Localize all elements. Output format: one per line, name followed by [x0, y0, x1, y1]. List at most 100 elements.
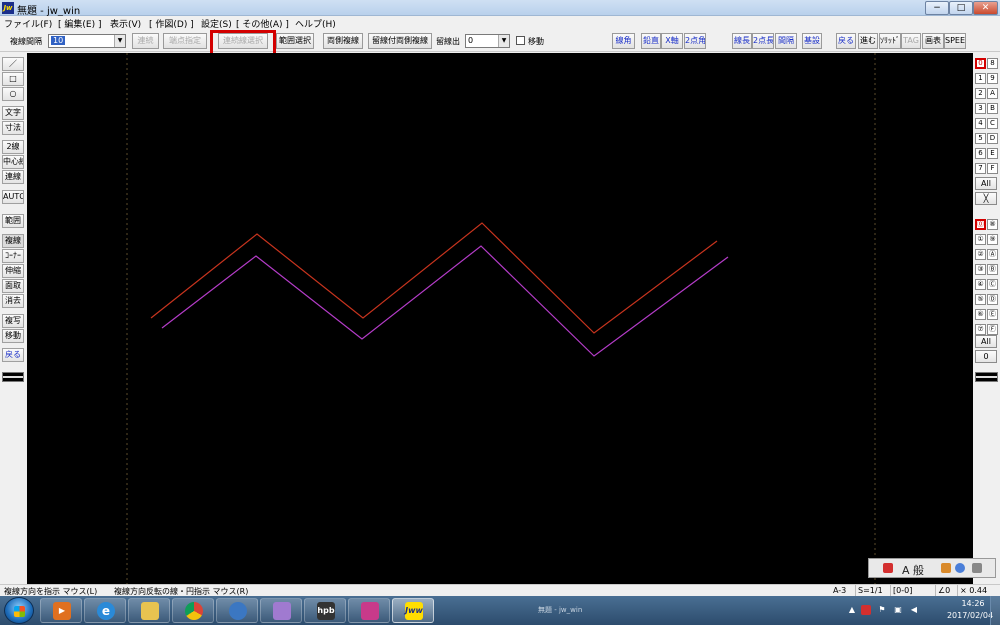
layer-10[interactable]: Ⓐ [987, 249, 998, 260]
layer-group-8[interactable]: 8 [987, 58, 998, 69]
tray-expand-icon[interactable]: ▲ [847, 605, 857, 615]
redo-button[interactable]: 進む [858, 33, 878, 49]
minimize-button[interactable]: − [925, 1, 949, 15]
layer-group-B[interactable]: B [987, 103, 998, 114]
layer-group-5[interactable]: 5 [975, 133, 986, 144]
copy-tool-button[interactable]: 複写 [2, 314, 24, 328]
layer-zero-button[interactable]: 0 [975, 350, 997, 363]
menu-other[interactable]: [ その他(A) ] [236, 17, 289, 30]
x-axis-button[interactable]: X軸 [661, 33, 683, 49]
line-type-indicator[interactable] [2, 372, 24, 382]
taskbar-media-player[interactable]: ▶ [40, 598, 82, 623]
solid-button[interactable]: ｿﾘｯﾄﾞ [879, 33, 901, 49]
taskbar-thunderbird[interactable] [216, 598, 258, 623]
drawing-canvas[interactable] [27, 53, 973, 584]
layer-1[interactable]: ① [975, 234, 986, 245]
angle-display[interactable]: ∠0 [935, 585, 950, 596]
two-point-length-button[interactable]: 2点長 [752, 33, 774, 49]
base-setting-button[interactable]: 基設 [802, 33, 822, 49]
menu-settings[interactable]: 設定(S) [201, 17, 232, 30]
chevron-down-icon[interactable]: ▼ [114, 35, 125, 47]
layer-14[interactable]: Ⓔ [987, 309, 998, 320]
speed-button[interactable]: SPEED [944, 33, 966, 49]
layer-group-C[interactable]: C [987, 118, 998, 129]
continuous-line-tool-button[interactable]: 連線 [2, 170, 24, 184]
layer-5[interactable]: ⑤ [975, 294, 986, 305]
layer-8[interactable]: ⑧ [987, 219, 998, 230]
layer-display[interactable]: [0-0] [890, 585, 912, 596]
layer-group-7[interactable]: 7 [975, 163, 986, 174]
continuous-button[interactable]: 連続 [132, 33, 159, 49]
ime-pin-icon[interactable] [883, 563, 893, 573]
chamfer-tool-button[interactable]: 面取 [2, 279, 24, 293]
layer-group-cross-button[interactable]: ╳ [975, 192, 997, 205]
spacing-select[interactable]: 10 ▼ [48, 34, 126, 48]
interval-button[interactable]: 間隔 [775, 33, 797, 49]
taskbar-game[interactable] [348, 598, 390, 623]
right-line-type-indicator[interactable] [975, 372, 998, 382]
chevron-down-icon[interactable]: ▼ [498, 35, 509, 47]
taskbar-hpb[interactable]: hpb [304, 598, 346, 623]
paper-size[interactable]: A-3 [831, 585, 846, 596]
erase-tool-button[interactable]: 消去 [2, 294, 24, 308]
line-length-button[interactable]: 線長 [732, 33, 752, 49]
center-line-tool-button[interactable]: 中心線 [2, 155, 24, 169]
layer-6[interactable]: ⑥ [975, 309, 986, 320]
range-select-button[interactable]: 範囲選択 [276, 33, 314, 49]
taskbar-explorer[interactable] [128, 598, 170, 623]
endpoint-button[interactable]: 端点指定 [163, 33, 207, 49]
layer-13[interactable]: Ⓓ [987, 294, 998, 305]
layer-9[interactable]: ⑨ [987, 234, 998, 245]
ime-language-bar[interactable]: A 般 [868, 558, 996, 578]
show-desktop-button[interactable] [990, 596, 1000, 625]
range-tool-button[interactable]: 範囲 [2, 214, 24, 228]
corner-tool-button[interactable]: ｺｰﾅｰ [2, 249, 24, 263]
antivirus-icon[interactable] [861, 605, 871, 615]
layer-group-1[interactable]: 1 [975, 73, 986, 84]
all-layers-button[interactable]: All [975, 335, 997, 348]
screen-display-button[interactable]: 画表 [922, 33, 944, 49]
ime-help-icon[interactable] [955, 563, 965, 573]
menu-file[interactable]: ファイル(F) [4, 17, 52, 30]
undo-button[interactable]: 戻る [836, 33, 856, 49]
layer-group-A[interactable]: A [987, 88, 998, 99]
taskbar-jww[interactable]: Jww [392, 598, 434, 623]
line-tool-button[interactable]: ／ [2, 57, 24, 71]
layer-group-6[interactable]: 6 [975, 148, 986, 159]
move-tool-button[interactable]: 移動 [2, 329, 24, 343]
both-sides-button[interactable]: 両側複線 [323, 33, 363, 49]
layer-11[interactable]: Ⓑ [987, 264, 998, 275]
layer-group-4[interactable]: 4 [975, 118, 986, 129]
start-button[interactable] [4, 597, 34, 624]
stretch-tool-button[interactable]: 伸縮 [2, 264, 24, 278]
ime-options-icon[interactable] [972, 563, 982, 573]
double-line-tool-button[interactable]: 2線 [2, 140, 24, 154]
layer-group-F[interactable]: F [987, 163, 998, 174]
menu-help[interactable]: ヘルプ(H) [295, 17, 336, 30]
layer-15[interactable]: Ⓕ [987, 324, 998, 335]
clock-time[interactable]: 14:26 [953, 599, 993, 608]
scale-display[interactable]: S=1/1 [855, 585, 883, 596]
layer-group-0[interactable]: 0 [975, 58, 986, 69]
menu-edit[interactable]: [ 編集(E) ] [58, 17, 101, 30]
taskbar-chrome[interactable] [172, 598, 214, 623]
ime-tools-icon[interactable] [941, 563, 951, 573]
menu-view[interactable]: 表示(V) [110, 17, 141, 30]
ime-mode[interactable]: A 般 [902, 562, 924, 578]
offset-both-sides-button[interactable]: 留線付両側複線 [368, 33, 432, 49]
move-checkbox[interactable] [516, 36, 525, 45]
layer-0[interactable]: ⓪ [975, 219, 986, 230]
offset-line-tool-button[interactable]: 複線 [2, 234, 24, 248]
taskbar-paint[interactable] [260, 598, 302, 623]
close-button[interactable]: ✕ [973, 1, 998, 15]
menu-draw[interactable]: [ 作図(D) ] [149, 17, 194, 30]
maximize-button[interactable]: □ [949, 1, 973, 15]
volume-icon[interactable]: ◀ [909, 605, 919, 615]
line-angle-button[interactable]: 線角 [612, 33, 635, 49]
two-point-angle-button[interactable]: 2点角 [684, 33, 706, 49]
offset-select[interactable]: 0 ▼ [465, 34, 510, 48]
flag-icon[interactable]: ⚑ [877, 605, 887, 615]
back-tool-button[interactable]: 戻る [2, 348, 24, 362]
layer-group-9[interactable]: 9 [987, 73, 998, 84]
network-icon[interactable]: ▣ [893, 605, 903, 615]
